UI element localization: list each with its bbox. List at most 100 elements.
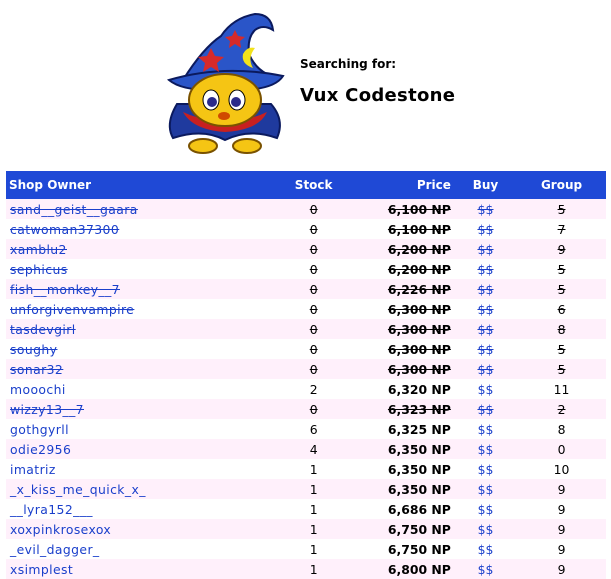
group-cell: 9 — [517, 479, 606, 499]
stock-cell: 2 — [275, 379, 353, 399]
table-row: gothgyrll 6 6,325 NP $$ 8 — [6, 419, 606, 439]
buy-link[interactable]: $$ — [478, 362, 494, 377]
buy-cell: $$ — [453, 419, 518, 439]
shop-owner-link[interactable]: mooochi — [10, 382, 66, 397]
shop-owner-link[interactable]: __lyra152___ — [10, 502, 93, 517]
shop-results-table: Shop Owner Stock Price Buy Group sand__g… — [6, 171, 606, 579]
shop-owner-cell: soughy — [6, 339, 276, 359]
group-cell: 8 — [517, 419, 606, 439]
group-cell: 9 — [517, 519, 606, 539]
group-cell: 6 — [517, 299, 606, 319]
shop-owner-link[interactable]: sephicus — [10, 262, 68, 277]
buy-link[interactable]: $$ — [478, 522, 494, 537]
buy-link[interactable]: $$ — [478, 442, 494, 457]
shop-owner-link[interactable]: catwoman37300 — [10, 222, 119, 237]
stock-cell: 1 — [275, 499, 353, 519]
buy-link[interactable]: $$ — [478, 322, 494, 337]
shop-owner-link[interactable]: _evil_dagger_ — [10, 542, 100, 557]
buy-link[interactable]: $$ — [478, 502, 494, 517]
buy-link[interactable]: $$ — [478, 422, 494, 437]
shop-owner-cell: catwoman37300 — [6, 219, 276, 239]
buy-link[interactable]: $$ — [478, 542, 494, 557]
group-cell: 2 — [517, 399, 606, 419]
price-cell: 6,300 NP — [352, 339, 454, 359]
shop-owner-cell: gothgyrll — [6, 419, 276, 439]
shop-owner-link[interactable]: xsimplest — [10, 562, 73, 577]
buy-link[interactable]: $$ — [478, 282, 494, 297]
stock-cell: 0 — [275, 299, 353, 319]
shop-owner-link[interactable]: xoxpinkrosexox — [10, 522, 111, 537]
table-row: sephicus 0 6,200 NP $$ 5 — [6, 259, 606, 279]
price-cell: 6,750 NP — [352, 539, 454, 559]
shop-owner-link[interactable]: tasdevgirl — [10, 322, 76, 337]
table-row: wizzy13__7 0 6,323 NP $$ 2 — [6, 399, 606, 419]
table-row: odie2956 4 6,350 NP $$ 0 — [6, 439, 606, 459]
shop-owner-link[interactable]: unforgivenvampire — [10, 302, 134, 317]
buy-link[interactable]: $$ — [478, 382, 494, 397]
shop-owner-cell: odie2956 — [6, 439, 276, 459]
shop-owner-link[interactable]: odie2956 — [10, 442, 71, 457]
stock-cell: 6 — [275, 419, 353, 439]
shop-owner-link[interactable]: sand__geist__gaara — [10, 202, 138, 217]
shop-owner-cell: wizzy13__7 — [6, 399, 276, 419]
column-header-group: Group — [517, 171, 606, 199]
shop-owner-link[interactable]: sonar32 — [10, 362, 63, 377]
group-cell: 0 — [517, 439, 606, 459]
column-header-buy: Buy — [453, 171, 518, 199]
group-cell: 11 — [517, 379, 606, 399]
stock-cell: 0 — [275, 259, 353, 279]
shop-owner-cell: xsimplest — [6, 559, 276, 579]
table-body: sand__geist__gaara 0 6,100 NP $$ 5 catwoman37… — [6, 199, 606, 579]
shop-owner-link[interactable]: _x_kiss_me_quick_x_ — [10, 482, 146, 497]
group-cell: 5 — [517, 359, 606, 379]
buy-link[interactable]: $$ — [478, 562, 494, 577]
buy-link[interactable]: $$ — [478, 242, 494, 257]
buy-link[interactable]: $$ — [478, 342, 494, 357]
shop-owner-link[interactable]: soughy — [10, 342, 57, 357]
buy-cell: $$ — [453, 379, 518, 399]
shop-owner-cell: sonar32 — [6, 359, 276, 379]
buy-cell: $$ — [453, 239, 518, 259]
group-cell: 5 — [517, 199, 606, 219]
buy-link[interactable]: $$ — [478, 462, 494, 477]
buy-cell: $$ — [453, 479, 518, 499]
column-header-stock: Stock — [275, 171, 353, 199]
stock-cell: 0 — [275, 199, 353, 219]
table-row: tasdevgirl 0 6,300 NP $$ 8 — [6, 319, 606, 339]
shop-owner-cell: tasdevgirl — [6, 319, 276, 339]
group-cell: 5 — [517, 339, 606, 359]
buy-link[interactable]: $$ — [478, 402, 494, 417]
table-row: xamblu2 0 6,200 NP $$ 9 — [6, 239, 606, 259]
group-cell: 10 — [517, 459, 606, 479]
table-row: xsimplest 1 6,800 NP $$ 9 — [6, 559, 606, 579]
shop-owner-link[interactable]: fish__monkey__7 — [10, 282, 120, 297]
search-header: Searching for: Vux Codestone — [0, 0, 611, 170]
table-row: sand__geist__gaara 0 6,100 NP $$ 5 — [6, 199, 606, 219]
price-cell: 6,300 NP — [352, 299, 454, 319]
stock-cell: 1 — [275, 559, 353, 579]
buy-link[interactable]: $$ — [478, 262, 494, 277]
stock-cell: 0 — [275, 399, 353, 419]
buy-link[interactable]: $$ — [478, 482, 494, 497]
buy-cell: $$ — [453, 359, 518, 379]
shop-owner-link[interactable]: gothgyrll — [10, 422, 69, 437]
buy-link[interactable]: $$ — [478, 222, 494, 237]
shop-owner-cell: sephicus — [6, 259, 276, 279]
shop-owner-link[interactable]: wizzy13__7 — [10, 402, 84, 417]
price-cell: 6,200 NP — [352, 259, 454, 279]
buy-cell: $$ — [453, 279, 518, 299]
buy-cell: $$ — [453, 339, 518, 359]
buy-link[interactable]: $$ — [478, 202, 494, 217]
group-cell: 8 — [517, 319, 606, 339]
shop-owner-link[interactable]: imatriz — [10, 462, 56, 477]
price-cell: 6,200 NP — [352, 239, 454, 259]
table-row: __lyra152___ 1 6,686 NP $$ 9 — [6, 499, 606, 519]
table-row: xoxpinkrosexox 1 6,750 NP $$ 9 — [6, 519, 606, 539]
shop-owner-cell: unforgivenvampire — [6, 299, 276, 319]
table-header-row: Shop Owner Stock Price Buy Group — [6, 171, 606, 199]
buy-cell: $$ — [453, 299, 518, 319]
shop-owner-link[interactable]: xamblu2 — [10, 242, 67, 257]
table-row: _x_kiss_me_quick_x_ 1 6,350 NP $$ 9 — [6, 479, 606, 499]
shop-owner-cell: _x_kiss_me_quick_x_ — [6, 479, 276, 499]
buy-link[interactable]: $$ — [478, 302, 494, 317]
